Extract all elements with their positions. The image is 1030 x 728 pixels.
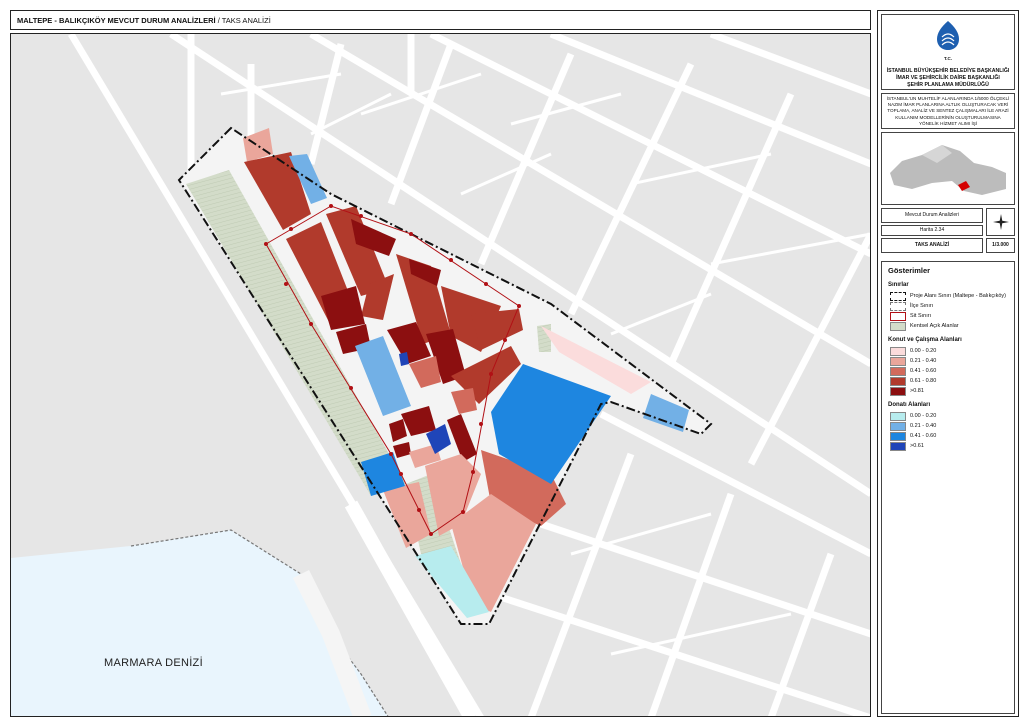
map-title-bar: MALTEPE - BALIKÇIKÖY MEVCUT DURUM ANALİZ… [10, 10, 871, 30]
sheet-scale: 1/3.000 [986, 238, 1015, 253]
legend-item-facility: 0.41 - 0.60 [890, 431, 1008, 441]
legend-residential-title: Konut ve Çalışma Alanları [888, 337, 962, 344]
org-line-1: İSTANBUL BÜYÜKŞEHİR BELEDİYE BAŞKANLIĞI [886, 67, 1010, 74]
legend-item-residential: 0.41 - 0.60 [890, 366, 1008, 376]
legend-item-residential: 0.61 - 0.80 [890, 376, 1008, 386]
sheet-map-no: Harita 2.34 [881, 225, 983, 236]
legend-item-district-boundary: İlçe Sınırı [890, 301, 1008, 311]
legend-item-facility: 0.21 - 0.40 [890, 421, 1008, 431]
org-line-2: İMAR VE ŞEHİRCİLİK DAİRE BAŞKANLIĞI [896, 74, 1000, 81]
north-arrow-icon [986, 208, 1015, 236]
legend-panel: Gösterimler Sınırlar Proje Alanı Sınırı … [881, 261, 1015, 714]
sheet-name: TAKS ANALİZİ [881, 238, 983, 253]
legend-item-facility: 0.00 - 0.20 [890, 411, 1008, 421]
map-canvas[interactable] [10, 33, 871, 717]
sheet-category: Mevcut Durum Analizleri [881, 208, 983, 223]
legend-item-residential: >0.81 [890, 386, 1008, 396]
legend-item-residential: 0.00 - 0.20 [890, 346, 1008, 356]
inset-map-svg [882, 133, 1014, 204]
legend-boundaries-title: Sınırlar [888, 282, 909, 289]
sheet-info: Mevcut Durum Analizleri Harita 2.34 TAKS… [881, 208, 1015, 257]
logo-text: T.C. [943, 55, 952, 61]
legend-title: Gösterimler [888, 266, 931, 275]
map-title: MALTEPE - BALIKÇIKÖY MEVCUT DURUM ANALİZ… [17, 16, 216, 25]
legend-item-residential: 0.21 - 0.40 [890, 356, 1008, 366]
ibb-logo-icon [937, 21, 959, 50]
institution-block: T.C. İSTANBUL BÜYÜKŞEHİR BELEDİYE BAŞKAN… [881, 14, 1015, 90]
map-svg [11, 34, 870, 716]
legend-facility-title: Donatı Alanları [888, 402, 931, 409]
map-subtitle: / TAKS ANALİZİ [217, 16, 271, 25]
sidebar-panel: T.C. İSTANBUL BÜYÜKŞEHİR BELEDİYE BAŞKAN… [877, 10, 1019, 717]
legend-item-project-boundary: Proje Alanı Sınırı (Maltepe - Balıkçıköy… [890, 291, 1008, 301]
legend-item-open-area: Kentsel Açık Alanlar [890, 321, 1008, 331]
org-line-3: ŞEHİR PLANLAMA MÜDÜRLÜĞÜ [907, 81, 989, 88]
sea-label: MARMARA DENİZİ [104, 657, 203, 669]
legend-item-facility: >0.61 [890, 441, 1008, 451]
inset-map [881, 132, 1015, 205]
project-description: İSTANBUL'UN MUHTELİF ALANLARINDA 1/5000 … [881, 93, 1015, 129]
legend-item-sit-boundary: Sit Sınırı [890, 311, 1008, 321]
